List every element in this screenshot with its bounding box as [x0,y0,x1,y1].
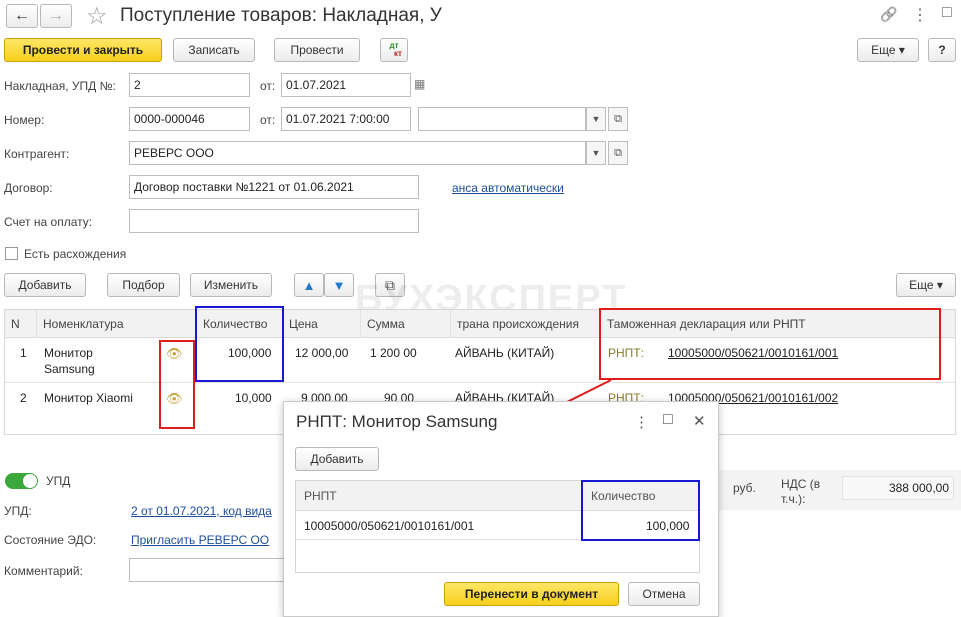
header-n[interactable]: N [5,310,37,338]
row1-n: 1 [20,346,27,360]
upd-toggle[interactable] [5,473,38,489]
payment-invoice-field[interactable] [129,209,419,233]
help-button[interactable]: ? [928,38,956,62]
move-up-button[interactable]: ▲ [294,273,324,297]
forward-button[interactable]: → [40,4,72,28]
dialog-row-rnpt: 10005000/050621/0010161/001 [304,519,475,533]
number-open-icon[interactable]: ⧉ [608,107,628,131]
payment-invoice-label: Счет на оплату: [4,215,93,229]
row2-quantity: 10,000 [235,391,272,405]
number-dropdown-chevron-down-icon[interactable]: ▼ [586,107,606,131]
header-price[interactable]: Цена [283,310,361,338]
row1-price: 12 000,00 [295,346,349,360]
eye-icons-highlight-box [159,340,195,429]
post-and-close-button[interactable]: Провести и закрыть [4,38,162,62]
dialog-maximize-icon[interactable]: □ [663,411,673,429]
comment-label: Комментарий: [4,564,83,578]
row1-name-line1: Монитор [44,346,93,360]
back-button[interactable]: ← [6,4,38,28]
arrow-up-icon: ▲ [302,277,316,293]
row1-sum: 1 200 00 [370,346,417,360]
row2-n: 2 [20,391,27,405]
edo-invite-link[interactable]: Пригласить РЕВЕРС ОО [131,533,269,547]
header-country[interactable]: трана происхождения [451,310,601,338]
dt-kt-button[interactable]: дт кт [380,38,408,62]
row2-name: Монитор Xiaomi [44,391,133,405]
contract-label: Договор: [4,181,53,195]
counterparty-field[interactable]: РЕВЕРС ООО [129,141,586,165]
counterparty-chevron-down-icon[interactable]: ▼ [586,141,606,165]
upd-link[interactable]: 2 от 01.07.2021, код вида [131,504,272,518]
number-extra-field[interactable] [418,107,586,131]
arrow-down-icon: ▼ [332,277,346,293]
upd-label: УПД: [4,504,32,518]
post-button[interactable]: Провести [274,38,360,62]
discrepancy-label: Есть расхождения [24,247,127,261]
number-from-label: от: [260,113,276,127]
edo-status-label: Состояние ЭДО: [4,533,97,547]
dialog-title: РНПТ: Монитор Samsung [296,412,498,431]
vat-label-line2: т.ч.): [781,492,806,506]
row1-country: АЙВАНЬ (КИТАЙ) [455,346,555,360]
counterparty-open-icon[interactable]: ⧉ [608,141,628,165]
dialog-quantity-highlight-box [581,480,700,541]
number-datetime-field[interactable]: 01.07.2021 7:00:00 [281,107,411,131]
dialog-add-button[interactable]: Добавить [295,447,379,471]
favorite-star-icon[interactable]: ☆ [86,2,108,31]
kt-icon: кт [394,49,402,58]
edit-row-button[interactable]: Изменить [190,273,272,297]
add-row-button[interactable]: Добавить [4,273,86,297]
number-label: Номер: [4,113,45,127]
vat-value: 388 000,00 [842,476,954,500]
save-button[interactable]: Записать [173,38,255,62]
dialog-header-rnpt[interactable]: РНПТ [304,489,337,503]
invoice-number-field[interactable]: 2 [129,73,250,97]
invoice-label: Накладная, УПД №: [4,79,116,93]
contract-settlement-link[interactable]: анса автоматически [452,181,564,195]
counterparty-label: Контрагент: [4,147,70,161]
dialog-menu-icon[interactable]: ⋮ [634,413,649,431]
menu-dots-icon[interactable]: ⋮ [912,5,928,25]
upd-toggle-label: УПД [46,474,71,488]
invoice-from-label: от: [260,79,276,93]
header-nomenclature[interactable]: Номенклатура [37,310,197,338]
header-sum[interactable]: Сумма [361,310,451,338]
window-title: Поступление товаров: Накладная, У [120,5,442,26]
number-field[interactable]: 0000-000046 [129,107,250,131]
vat-label-line1: НДС (в [781,477,821,491]
link-icon[interactable]: 🔗 [880,6,897,23]
dialog-cancel-button[interactable]: Отмена [628,582,700,606]
contract-field[interactable]: Договор поставки №1221 от 01.06.2021 [129,175,419,199]
calendar-icon[interactable]: ▦ [414,78,425,90]
transfer-to-document-button[interactable]: Перенести в документ [444,582,619,606]
customs-highlight-box [599,308,941,380]
comment-field[interactable] [129,558,289,582]
maximize-icon[interactable]: □ [942,4,952,22]
row1-name-line2: Samsung [44,362,95,376]
more-button[interactable]: Еще ▾ [857,38,919,62]
move-down-button[interactable]: ▼ [324,273,354,297]
dialog-close-icon[interactable]: ✕ [693,412,706,430]
table-more-button[interactable]: Еще ▾ [896,273,956,297]
upd-toggle-knob [23,474,37,488]
invoice-date-field[interactable]: 01.07.2021 [281,73,411,97]
currency-label: руб. [733,481,756,495]
discrepancy-checkbox[interactable] [5,247,18,260]
quantity-highlight-box [195,306,284,382]
selection-button[interactable]: Подбор [107,273,180,297]
